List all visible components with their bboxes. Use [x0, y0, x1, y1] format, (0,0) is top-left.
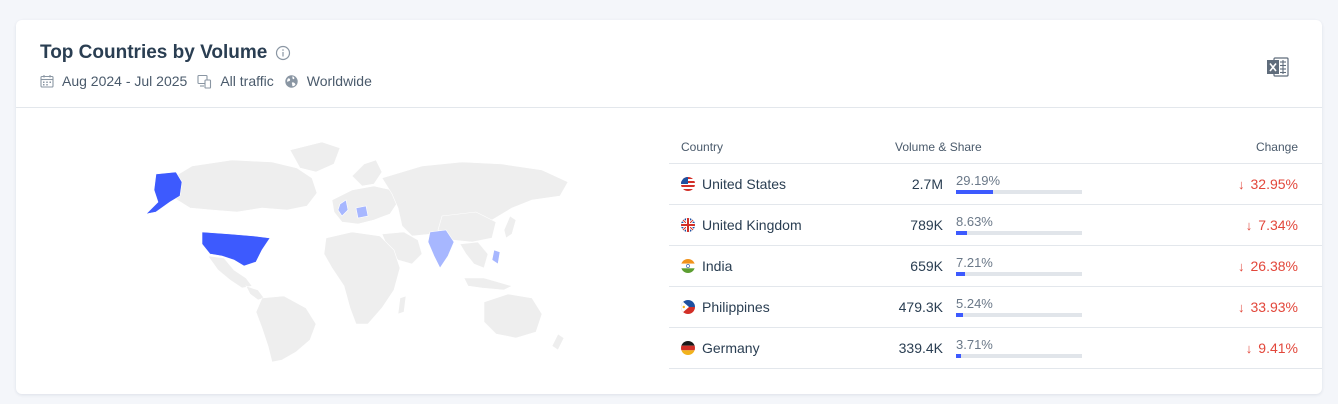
country-cell: Germany — [669, 340, 879, 356]
header-change[interactable]: Change — [1129, 140, 1322, 154]
share-cell: 8.63% — [944, 215, 1129, 235]
card-header: Top Countries by Volume Aug 2024 - Jul 2… — [16, 20, 1322, 108]
map-alaska — [145, 171, 183, 215]
table-row[interactable]: Germany 339.4K 3.71% ↓ 9.41% — [669, 328, 1322, 369]
volume-value: 2.7M — [911, 176, 943, 192]
share-value: 29.19% — [956, 173, 1001, 188]
country-cell: United States — [669, 176, 879, 192]
info-icon[interactable] — [275, 45, 291, 61]
share-cell: 3.71% — [944, 338, 1129, 358]
arrow-down-icon: ↓ — [1238, 176, 1245, 192]
share-bar — [956, 231, 1082, 235]
header-country[interactable]: Country — [669, 140, 879, 154]
excel-export-icon — [1267, 57, 1289, 77]
map-greenland — [289, 141, 341, 173]
share-bar-fill — [956, 272, 966, 276]
map-germany — [355, 205, 369, 219]
change-cell: ↓ 7.34% — [1129, 217, 1322, 233]
country-name: India — [702, 258, 733, 274]
countries-table: Country Volume & Share Change United Sta… — [669, 130, 1322, 369]
change-cell: ↓ 33.93% — [1129, 299, 1322, 315]
change-cell: ↓ 32.95% — [1129, 176, 1322, 192]
share-bar — [956, 313, 1082, 317]
region: Worldwide — [284, 73, 372, 89]
volume-value: 479.3K — [898, 299, 943, 315]
map-scandinavia — [351, 159, 383, 187]
map-madagascar — [397, 295, 407, 315]
country-name: United Kingdom — [702, 217, 802, 233]
share-value: 5.24% — [956, 296, 993, 311]
change-value: 7.34% — [1258, 217, 1298, 233]
volume-value: 659K — [910, 258, 943, 274]
country-cell: Philippines — [669, 299, 879, 315]
region-text: Worldwide — [306, 73, 372, 89]
change-value: 26.38% — [1250, 258, 1298, 274]
map-india — [427, 229, 455, 269]
date-range: Aug 2024 - Jul 2025 — [40, 73, 187, 89]
arrow-down-icon: ↓ — [1245, 217, 1253, 233]
share-cell: 5.24% — [944, 297, 1129, 317]
change-value: 9.41% — [1258, 340, 1298, 356]
arrow-down-icon: ↓ — [1238, 299, 1245, 315]
map-new-zealand — [551, 333, 565, 351]
country-name: Philippines — [702, 299, 770, 315]
table-row[interactable]: United States 2.7M 29.19% ↓ 32.95% — [669, 164, 1322, 205]
traffic-type-text: All traffic — [220, 73, 274, 89]
map-indonesia — [463, 277, 513, 291]
arrow-down-icon: ↓ — [1245, 340, 1253, 356]
germany-flag-icon — [681, 341, 695, 355]
country-name: United States — [702, 176, 787, 192]
uk-flag-icon — [681, 218, 695, 232]
table-row[interactable]: India 659K 7.21% ↓ 26.38% — [669, 246, 1322, 287]
us-flag-icon — [681, 177, 695, 191]
change-cell: ↓ 26.38% — [1129, 258, 1322, 274]
volume-value: 339.4K — [898, 340, 943, 356]
arrow-down-icon: ↓ — [1238, 258, 1245, 274]
header-volume-share[interactable]: Volume & Share — [879, 140, 1129, 154]
filter-meta: Aug 2024 - Jul 2025 All traffic Worldwid… — [40, 73, 382, 89]
share-bar — [956, 354, 1082, 358]
share-cell: 29.19% — [944, 174, 1129, 194]
table-row[interactable]: Philippines 479.3K 5.24% ↓ 33.93% — [669, 287, 1322, 328]
change-cell: ↓ 9.41% — [1129, 340, 1322, 356]
share-cell: 7.21% — [944, 256, 1129, 276]
share-bar-fill — [956, 313, 963, 317]
traffic-type: All traffic — [197, 73, 274, 89]
date-range-text: Aug 2024 - Jul 2025 — [62, 73, 188, 89]
share-bar — [956, 272, 1082, 276]
share-value: 7.21% — [956, 255, 993, 270]
export-excel-button[interactable] — [1264, 54, 1292, 80]
country-name: Germany — [702, 340, 760, 356]
share-value: 3.71% — [956, 337, 993, 352]
map-australia — [483, 293, 543, 339]
table-row[interactable]: United Kingdom 789K 8.63% ↓ 7.34% — [669, 205, 1322, 246]
map-central-america — [245, 285, 265, 301]
share-bar-fill — [956, 190, 993, 194]
change-value: 33.93% — [1250, 299, 1298, 315]
change-value: 32.95% — [1250, 176, 1298, 192]
country-cell: India — [669, 258, 879, 274]
widget-title: Top Countries by Volume — [40, 42, 268, 63]
top-countries-card: Top Countries by Volume Aug 2024 - Jul 2… — [16, 20, 1322, 394]
globe-icon — [285, 74, 298, 88]
volume-value: 789K — [910, 217, 943, 233]
title-row: Top Countries by Volume — [40, 42, 291, 64]
map-south-america — [255, 295, 317, 363]
map-southeast-asia — [459, 241, 489, 269]
philippines-flag-icon — [681, 300, 695, 314]
share-bar-fill — [956, 231, 967, 235]
calendar-icon — [40, 75, 54, 88]
map-canada — [171, 159, 318, 213]
country-cell: United Kingdom — [669, 217, 879, 233]
map-africa — [323, 231, 401, 325]
table-header: Country Volume & Share Change — [669, 130, 1322, 164]
share-value: 8.63% — [956, 214, 993, 229]
world-map — [145, 141, 569, 363]
share-bar — [956, 190, 1082, 194]
map-japan — [503, 215, 517, 239]
india-flag-icon — [681, 259, 695, 273]
map-philippines — [491, 249, 501, 265]
share-bar-fill — [956, 354, 961, 358]
devices-icon — [197, 74, 212, 89]
